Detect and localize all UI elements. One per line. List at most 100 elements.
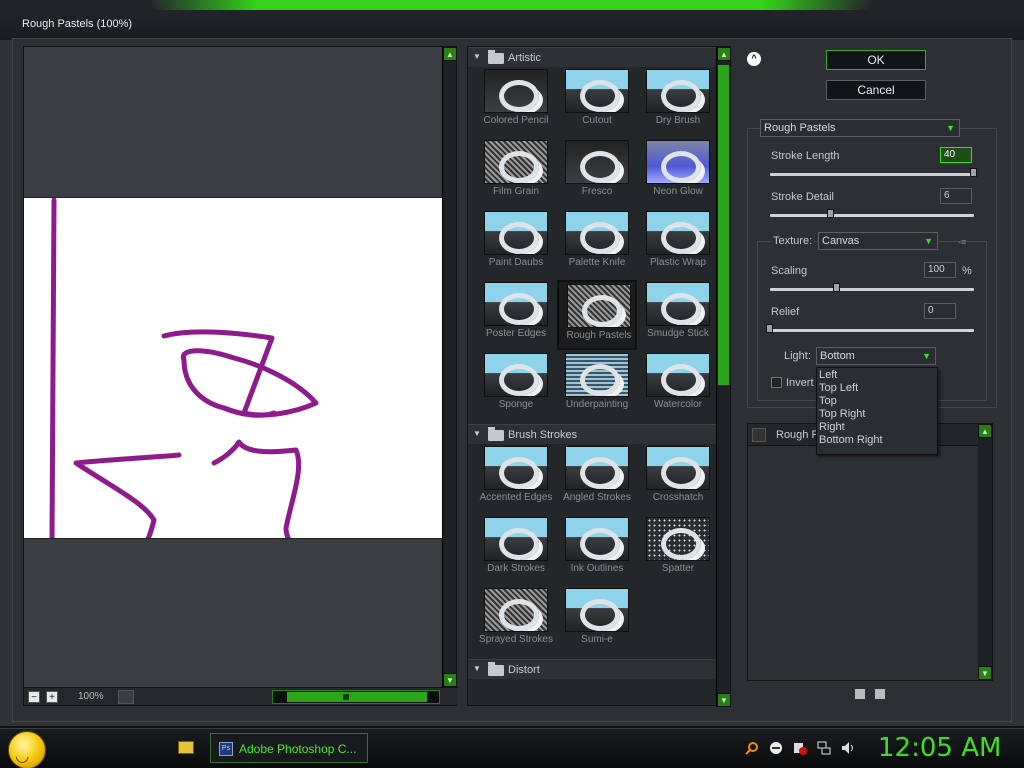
- texture-label: Texture:: [771, 235, 815, 247]
- filter-thumbnail[interactable]: Sprayed Strokes: [476, 586, 556, 656]
- filter-thumbnail[interactable]: Cutout: [557, 67, 637, 137]
- relief-input[interactable]: 0: [924, 303, 956, 319]
- zoom-menu-button[interactable]: [118, 690, 134, 704]
- filter-thumbnail[interactable]: Dry Brush: [638, 67, 718, 137]
- eye-icon[interactable]: [752, 428, 766, 442]
- scroll-down-arrow-icon[interactable]: ▼: [978, 666, 992, 680]
- taskbar: ◡ Ps Adobe Photoshop C... 12:05 AM: [0, 728, 1024, 768]
- taskbar-item-photoshop[interactable]: Ps Adobe Photoshop C...: [210, 733, 368, 763]
- filter-label: Angled Strokes: [563, 492, 631, 503]
- effect-layer-name: Rough P: [776, 429, 819, 441]
- light-option[interactable]: Top Right: [819, 408, 865, 420]
- filter-thumbnail[interactable]: Palette Knife: [557, 209, 637, 279]
- scroll-down-arrow-icon[interactable]: ▼: [717, 693, 731, 707]
- filter-preview-image: [484, 517, 548, 561]
- security-alert-icon[interactable]: [793, 741, 807, 755]
- filter-thumbnail[interactable]: Film Grain: [476, 138, 556, 208]
- preview-canvas[interactable]: [24, 197, 442, 546]
- volume-icon[interactable]: [841, 741, 855, 755]
- light-option[interactable]: Top Left: [819, 382, 858, 394]
- filter-thumbnail[interactable]: Ink Outlines: [557, 515, 637, 585]
- filter-preview-image: [565, 211, 629, 255]
- messenger-icon[interactable]: [769, 741, 783, 755]
- filter-thumbnail[interactable]: Poster Edges: [476, 280, 556, 350]
- stroke-detail-slider[interactable]: [770, 214, 974, 217]
- category-header[interactable]: ▼ Brush Strokes: [468, 424, 716, 444]
- chevron-down-icon: ▼: [946, 123, 955, 133]
- texture-menu-icon[interactable]: -≡: [958, 237, 966, 247]
- filter-thumbnail[interactable]: Colored Pencil: [476, 67, 556, 137]
- scroll-up-arrow-icon[interactable]: ▲: [978, 424, 992, 438]
- folder-icon[interactable]: [178, 741, 194, 754]
- trash-icon[interactable]: [875, 689, 885, 699]
- filter-label: Cutout: [582, 115, 612, 126]
- filter-thumbnail[interactable]: Accented Edges: [476, 444, 556, 514]
- filter-label: Poster Edges: [485, 328, 547, 339]
- gallery-scroll-thumb[interactable]: [718, 65, 729, 385]
- zoom-in-button[interactable]: +: [46, 691, 58, 703]
- filter-preview-image: [565, 446, 629, 490]
- layers-scrollbar[interactable]: ▲ ▼: [978, 424, 992, 680]
- filter-thumbnail[interactable]: Plastic Wrap: [638, 209, 718, 279]
- filter-label: Dry Brush: [655, 115, 701, 126]
- scroll-up-arrow-icon[interactable]: ▲: [717, 47, 731, 61]
- gallery-scrollbar[interactable]: ▲ ▼: [716, 47, 731, 707]
- light-option[interactable]: Left: [819, 369, 837, 381]
- filter-thumbnail[interactable]: Sumi-e: [557, 586, 637, 656]
- stroke-detail-slider-knob[interactable]: [827, 209, 835, 218]
- relief-slider[interactable]: [770, 329, 974, 332]
- filter-thumbnail[interactable]: Paint Daubs: [476, 209, 556, 279]
- scaling-slider[interactable]: [770, 288, 974, 291]
- light-label: Light:: [784, 350, 811, 362]
- light-option[interactable]: Right: [819, 421, 845, 433]
- filter-preview-image: [484, 446, 548, 490]
- filter-thumbnail[interactable]: Underpainting: [557, 351, 637, 421]
- cancel-button[interactable]: Cancel: [826, 80, 926, 100]
- filter-select[interactable]: Rough Pastels ▼: [760, 119, 960, 137]
- light-option[interactable]: Bottom Right: [819, 434, 883, 446]
- filter-thumbnail[interactable]: Fresco: [557, 138, 637, 208]
- new-layer-icon[interactable]: [855, 689, 865, 699]
- light-option[interactable]: Top: [819, 395, 837, 407]
- filter-label: Paint Daubs: [488, 257, 544, 268]
- category-header[interactable]: ▼ Artistic: [468, 47, 716, 67]
- filter-label: Sumi-e: [581, 634, 613, 645]
- filter-label: Smudge Stick: [647, 328, 709, 339]
- filter-thumbnail[interactable]: Angled Strokes: [557, 444, 637, 514]
- filter-thumbnail[interactable]: Neon Glow: [638, 138, 718, 208]
- filter-thumbnail[interactable]: Dark Strokes: [476, 515, 556, 585]
- texture-select[interactable]: Canvas ▼: [818, 232, 938, 250]
- filter-thumbnail[interactable]: Rough Pastels: [557, 280, 637, 350]
- network-icon[interactable]: [817, 741, 831, 755]
- zoom-out-button[interactable]: −: [28, 691, 40, 703]
- start-button[interactable]: ◡: [8, 731, 46, 768]
- preview-vertical-scrollbar[interactable]: ▲ ▼: [442, 47, 457, 687]
- scroll-thumb[interactable]: [343, 694, 349, 700]
- chevron-down-icon: ▼: [922, 351, 931, 361]
- filter-thumbnail[interactable]: Smudge Stick: [638, 280, 718, 350]
- invert-checkbox[interactable]: [771, 377, 782, 388]
- relief-slider-knob[interactable]: [766, 324, 773, 333]
- stroke-length-slider[interactable]: [770, 173, 974, 176]
- title-bar[interactable]: Rough Pastels (100%): [0, 0, 1024, 40]
- light-select[interactable]: Bottom ▼: [816, 347, 936, 365]
- filter-label: Sprayed Strokes: [479, 634, 553, 645]
- ok-button[interactable]: OK: [826, 50, 926, 70]
- filter-thumbnail[interactable]: Sponge: [476, 351, 556, 421]
- filter-label: Underpainting: [565, 399, 629, 410]
- preview-horizontal-scrollbar[interactable]: [272, 690, 440, 704]
- filter-thumbnail[interactable]: Watercolor: [638, 351, 718, 421]
- filter-thumbnail[interactable]: Crosshatch: [638, 444, 718, 514]
- scaling-slider-knob[interactable]: [833, 283, 841, 292]
- category-header[interactable]: ▼ Distort: [468, 659, 716, 679]
- search-icon[interactable]: [745, 741, 759, 755]
- scroll-up-arrow-icon[interactable]: ▲: [443, 47, 457, 61]
- title-glow: [150, 0, 870, 10]
- scaling-input[interactable]: 100: [924, 262, 956, 278]
- stroke-length-slider-knob[interactable]: [970, 168, 977, 177]
- stroke-detail-input[interactable]: 6: [940, 188, 972, 204]
- filter-thumbnail[interactable]: Spatter: [638, 515, 718, 585]
- stroke-length-input[interactable]: 40: [940, 147, 972, 163]
- scroll-down-arrow-icon[interactable]: ▼: [443, 673, 457, 687]
- collapse-gallery-icon[interactable]: ^: [747, 52, 761, 66]
